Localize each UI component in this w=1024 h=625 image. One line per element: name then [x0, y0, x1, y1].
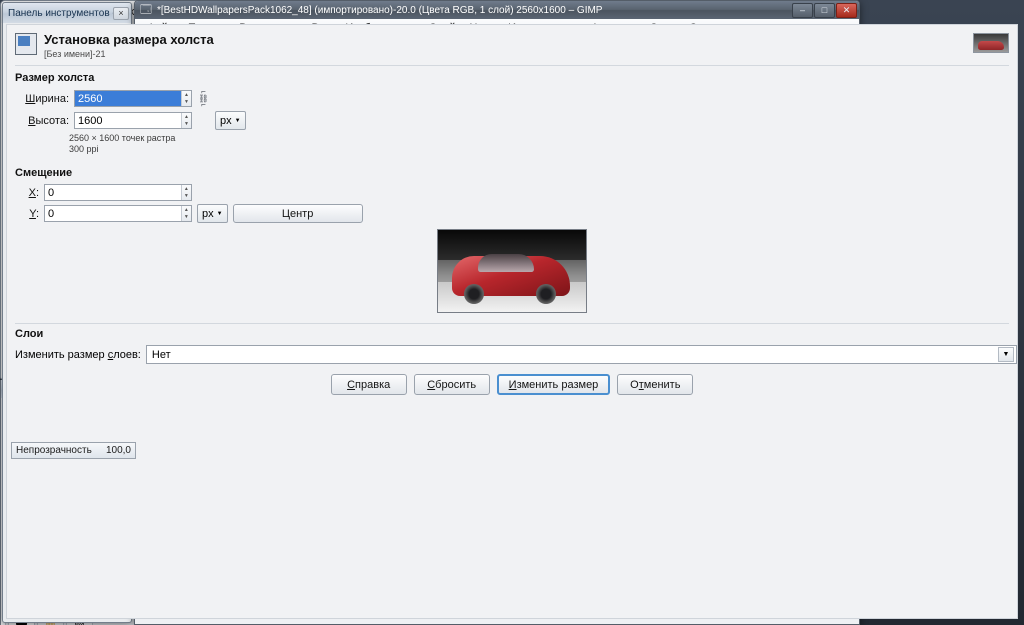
offset-y-spinner[interactable]: ▲▼ — [44, 205, 192, 222]
chain-link-icon[interactable]: ⌐ ⛓ ⌐ — [197, 88, 210, 109]
cancel-button[interactable]: От менить — [617, 374, 694, 395]
cancel-button-rest: менить — [643, 378, 681, 391]
canvas-unit-value: px — [220, 114, 232, 127]
resize-layers-value: Нет — [151, 348, 171, 361]
offset-x-label: X: — [28, 186, 39, 199]
dialog-header: Установка размера холста [Без имени]-21 — [7, 25, 1017, 65]
height-spinner[interactable]: ▲▼ — [74, 112, 192, 129]
canvas-unit-selector[interactable]: px ▼ — [215, 111, 246, 130]
toolbox-title: Панель инструментов - ... — [8, 7, 113, 19]
offset-y-input[interactable] — [45, 206, 181, 221]
offset-x-row: X: ▲▼ — [21, 184, 1017, 201]
toolbox-titlebar[interactable]: Панель инструментов - ... × — [3, 3, 131, 23]
maximize-button[interactable]: □ — [814, 2, 835, 18]
height-input[interactable] — [75, 113, 181, 128]
offset-y-row: Y: ▲▼ px ▼ Центр — [21, 204, 1017, 223]
dialog-body: Установка размера холста [Без имени]-21 … — [6, 24, 1018, 619]
offset-unit-value: px — [202, 207, 214, 220]
minimize-button[interactable]: – — [792, 2, 813, 18]
canvas-size-icon — [15, 33, 37, 55]
resize-layers-row: Изменить размер слоев: Нет ▼ — [15, 345, 1017, 364]
help-button[interactable]: Справка — [330, 374, 407, 395]
offset-x-spinner[interactable]: ▲▼ — [44, 184, 192, 201]
offset-section-label: Смещение — [15, 167, 73, 179]
main-window-titlebar[interactable]: 🗔 *[BestHDWallpapersPack1062_48] (импорт… — [135, 1, 859, 19]
width-label: Ширина: — [25, 92, 69, 105]
dialog-divider-2 — [15, 323, 1009, 324]
resize-layers-select[interactable]: Нет ▼ — [145, 345, 1017, 364]
dialog-divider-1 — [15, 65, 1009, 66]
main-window-title: *[BestHDWallpapersPack1062_48] (импортир… — [156, 4, 603, 16]
canvas-hint-line-1: 2560 × 1600 точек растра — [69, 133, 176, 143]
opacity-slider[interactable]: Непрозрачность 100,0 — [11, 442, 136, 459]
height-spin-buttons[interactable]: ▲ ▼ — [180, 113, 191, 128]
preview-wheel-rear — [536, 284, 556, 304]
gimp-app-icon: 🗔 — [140, 3, 152, 16]
preview-car-roof — [478, 254, 534, 272]
offset-y-spin-buttons[interactable]: ▲ ▼ — [180, 206, 191, 221]
toolbox-close-button[interactable]: × — [113, 6, 129, 20]
desktop-background: Панель инструментов - ... × ▭ ⬭ ⌒ ✦ ◩ ✂ … — [0, 0, 1024, 625]
offset-x-spin-buttons[interactable]: ▲ ▼ — [180, 185, 191, 200]
opacity-label: Непрозрачность — [16, 445, 92, 456]
offset-x-input[interactable] — [45, 185, 181, 200]
reset-button-rest: бросить — [435, 378, 477, 391]
canvas-hint-line-2: 300 ppi — [69, 144, 99, 154]
close-button[interactable]: ✕ — [836, 2, 857, 18]
width-spin-buttons[interactable]: ▲ ▼ — [180, 91, 191, 106]
canvas-size-dialog: 🐭 Установка размера холста ✕ Установка р… — [0, 0, 1018, 619]
resize-button[interactable]: Изменить размер — [496, 374, 611, 395]
width-row: Ширина: ▲▼ ⌐ ⛓ ⌐ — [21, 88, 1017, 109]
width-spinner[interactable]: ▲▼ — [74, 90, 192, 107]
main-window-controls[interactable]: – □ ✕ — [792, 2, 857, 18]
height-row: Высота: ▲▼ px ▼ — [21, 111, 1017, 130]
reset-button[interactable]: Сбросить — [413, 374, 490, 395]
unit-chevron-down-icon: ▼ — [234, 117, 241, 124]
resize-button-rest: зменить размер — [516, 378, 599, 391]
opacity-value: 100,0 — [105, 445, 131, 456]
canvas-size-section-label: Размер холста — [15, 72, 95, 84]
preview-wheel-front — [464, 284, 484, 304]
help-button-rest: правка — [355, 378, 391, 391]
center-button[interactable]: Центр — [232, 204, 363, 223]
layers-section-label: Слои — [15, 328, 44, 340]
dialog-subheading: [Без имени]-21 — [44, 49, 106, 59]
offset-unit-selector[interactable]: px ▼ — [197, 204, 228, 223]
resize-layers-label: Изменить размер слоев: — [15, 348, 141, 361]
dialog-image-thumbnail — [973, 33, 1009, 53]
offset-unit-chevron-down-icon: ▼ — [216, 210, 223, 217]
width-input[interactable] — [75, 91, 181, 106]
canvas-preview[interactable] — [437, 229, 587, 313]
dialog-button-row: Справка Сбросить Изменить размер От менит… — [7, 374, 1017, 395]
height-label: Высота: — [28, 114, 70, 127]
resize-layers-chevron-down-icon[interactable]: ▼ — [998, 347, 1014, 362]
offset-y-label: Y: — [29, 207, 39, 220]
width-label-rest: ирина: — [35, 92, 69, 105]
height-label-rest: ысота: — [35, 114, 70, 127]
dialog-heading: Установка размера холста — [44, 32, 214, 47]
